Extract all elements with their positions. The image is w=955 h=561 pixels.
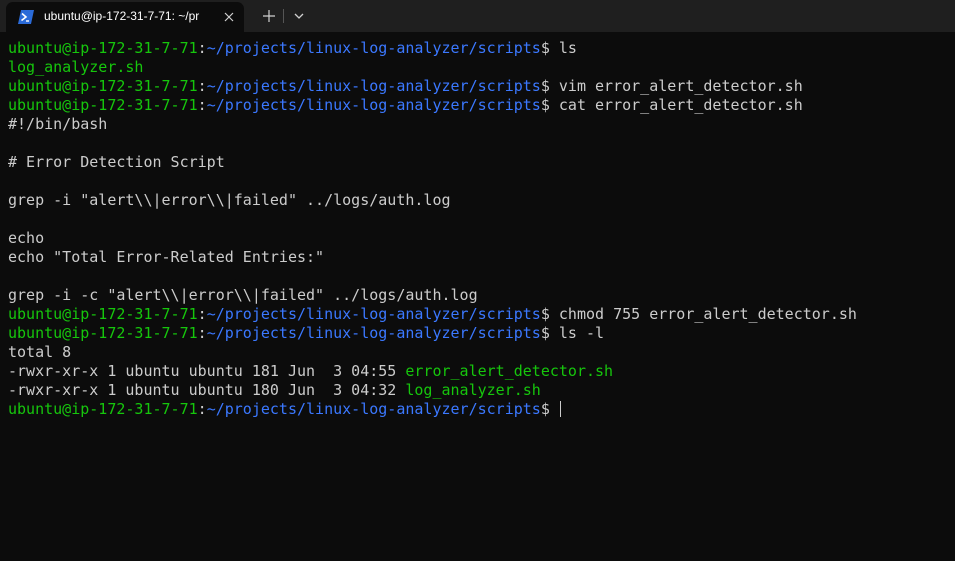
output-text: echo "Total Error-Related Entries:" bbox=[8, 248, 325, 266]
prompt-separator: : bbox=[197, 96, 207, 114]
prompt-path: ~/projects/linux-log-analyzer/scripts bbox=[206, 77, 541, 95]
terminal-line: grep -i "alert\\|error\\|failed" ../logs… bbox=[8, 191, 947, 210]
executable-name: error_alert_detector.sh bbox=[405, 362, 614, 380]
powershell-icon bbox=[18, 10, 34, 24]
chevron-down-icon[interactable] bbox=[289, 6, 309, 26]
output-text: total 8 bbox=[8, 343, 72, 361]
command-text: ls bbox=[558, 39, 577, 57]
command-text: vim error_alert_detector.sh bbox=[558, 77, 803, 95]
terminal-line: log_analyzer.sh bbox=[8, 58, 947, 77]
terminal-line: ubuntu@ip-172-31-7-71:~/projects/linux-l… bbox=[8, 400, 947, 419]
prompt-path: ~/projects/linux-log-analyzer/scripts bbox=[206, 305, 541, 323]
terminal-line: ubuntu@ip-172-31-7-71:~/projects/linux-l… bbox=[8, 324, 947, 343]
file-listing: -rwxr-xr-x 1 ubuntu ubuntu 180 Jun 3 04:… bbox=[8, 381, 406, 399]
command-text: cat error_alert_detector.sh bbox=[558, 96, 803, 114]
command-text: chmod 755 error_alert_detector.sh bbox=[558, 305, 857, 323]
title-bar: ubuntu@ip-172-31-7-71: ~/pr bbox=[0, 0, 955, 32]
output-text: echo bbox=[8, 229, 45, 247]
output-text: # Error Detection Script bbox=[8, 153, 225, 171]
prompt-path: ~/projects/linux-log-analyzer/scripts bbox=[206, 39, 541, 57]
terminal-line: ubuntu@ip-172-31-7-71:~/projects/linux-l… bbox=[8, 77, 947, 96]
executable-name: log_analyzer.sh bbox=[8, 58, 144, 76]
prompt-path: ~/projects/linux-log-analyzer/scripts bbox=[206, 400, 541, 418]
terminal-output[interactable]: ubuntu@ip-172-31-7-71:~/projects/linux-l… bbox=[8, 39, 947, 561]
terminal-tab[interactable]: ubuntu@ip-172-31-7-71: ~/pr bbox=[6, 2, 244, 32]
tab-title: ubuntu@ip-172-31-7-71: ~/pr bbox=[44, 9, 200, 23]
prompt-path: ~/projects/linux-log-analyzer/scripts bbox=[206, 324, 541, 342]
terminal-line: ubuntu@ip-172-31-7-71:~/projects/linux-l… bbox=[8, 39, 947, 58]
prompt-user: ubuntu@ip-172-31-7-71 bbox=[8, 400, 198, 418]
prompt-path: ~/projects/linux-log-analyzer/scripts bbox=[206, 96, 541, 114]
command-text: ls -l bbox=[558, 324, 605, 342]
tab-divider bbox=[283, 9, 284, 23]
output-text: #!/bin/bash bbox=[8, 115, 108, 133]
prompt-separator: : bbox=[197, 324, 207, 342]
prompt-user: ubuntu@ip-172-31-7-71 bbox=[8, 39, 198, 57]
prompt-user: ubuntu@ip-172-31-7-71 bbox=[8, 96, 198, 114]
plus-icon[interactable] bbox=[258, 6, 280, 26]
prompt-symbol: $ bbox=[540, 400, 559, 418]
prompt-symbol: $ bbox=[540, 96, 559, 114]
prompt-symbol: $ bbox=[540, 305, 559, 323]
terminal-line: total 8 bbox=[8, 343, 947, 362]
terminal-line: echo bbox=[8, 229, 947, 248]
prompt-user: ubuntu@ip-172-31-7-71 bbox=[8, 324, 198, 342]
prompt-symbol: $ bbox=[540, 324, 559, 342]
terminal-line: -rwxr-xr-x 1 ubuntu ubuntu 181 Jun 3 04:… bbox=[8, 362, 947, 381]
prompt-user: ubuntu@ip-172-31-7-71 bbox=[8, 77, 198, 95]
prompt-user: ubuntu@ip-172-31-7-71 bbox=[8, 305, 198, 323]
text-cursor bbox=[559, 401, 561, 417]
prompt-separator: : bbox=[197, 39, 207, 57]
terminal-line: ubuntu@ip-172-31-7-71:~/projects/linux-l… bbox=[8, 305, 947, 324]
terminal-line: echo "Total Error-Related Entries:" bbox=[8, 248, 947, 267]
close-icon[interactable] bbox=[220, 8, 238, 26]
terminal-line: #!/bin/bash bbox=[8, 115, 947, 134]
output-text: grep -i "alert\\|error\\|failed" ../logs… bbox=[8, 191, 451, 209]
terminal-line: # Error Detection Script bbox=[8, 153, 947, 172]
executable-name: log_analyzer.sh bbox=[405, 381, 541, 399]
prompt-symbol: $ bbox=[540, 39, 559, 57]
prompt-separator: : bbox=[197, 77, 207, 95]
terminal-line: ubuntu@ip-172-31-7-71:~/projects/linux-l… bbox=[8, 96, 947, 115]
prompt-separator: : bbox=[197, 305, 207, 323]
file-listing: -rwxr-xr-x 1 ubuntu ubuntu 181 Jun 3 04:… bbox=[8, 362, 406, 380]
prompt-separator: : bbox=[197, 400, 207, 418]
output-text: grep -i -c "alert\\|error\\|failed" ../l… bbox=[8, 286, 478, 304]
prompt-symbol: $ bbox=[540, 77, 559, 95]
terminal-line: grep -i -c "alert\\|error\\|failed" ../l… bbox=[8, 286, 947, 305]
terminal-line: -rwxr-xr-x 1 ubuntu ubuntu 180 Jun 3 04:… bbox=[8, 381, 947, 400]
